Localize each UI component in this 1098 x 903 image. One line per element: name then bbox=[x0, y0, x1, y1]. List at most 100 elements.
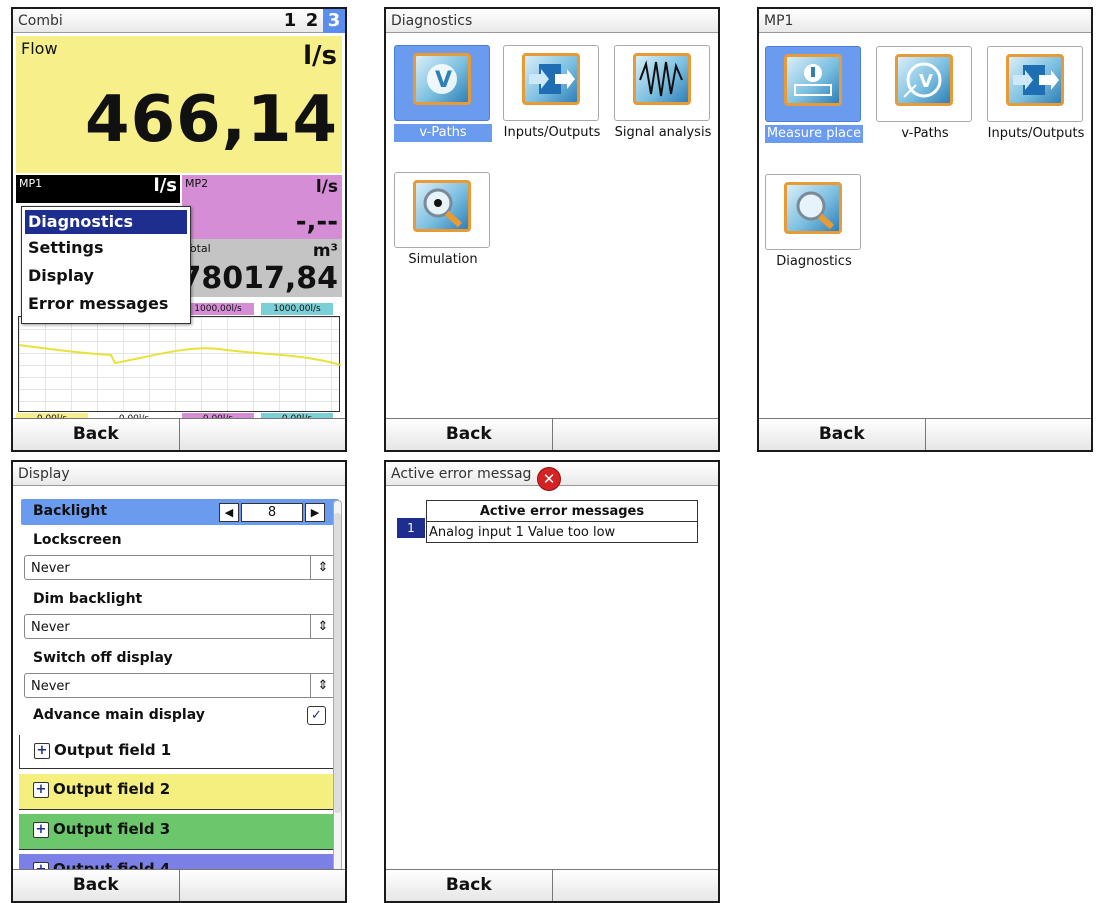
total-field[interactable]: Total m³ 178017,84 bbox=[160, 239, 342, 297]
menu-item-settings[interactable]: Settings bbox=[22, 234, 190, 262]
diagnostics-icon bbox=[784, 182, 842, 234]
expand-plus-icon: + bbox=[34, 742, 50, 759]
close-icon[interactable]: ✕ bbox=[538, 468, 560, 490]
switch-off-select[interactable]: Never ⇕ bbox=[24, 673, 336, 698]
footer-bar: Back bbox=[13, 869, 345, 901]
scrollbar[interactable] bbox=[333, 500, 342, 872]
tile-label: Measure place bbox=[765, 125, 863, 143]
diagnostics-screen: Diagnostics V v-Paths Inputs/Outputs Sig… bbox=[384, 7, 720, 452]
v-paths-icon: V bbox=[895, 54, 953, 106]
dropdown-arrows-icon: ⇕ bbox=[310, 615, 335, 638]
menu-item-display[interactable]: Display bbox=[22, 262, 190, 290]
tile-measure-place[interactable]: Measure place bbox=[761, 46, 867, 144]
dropdown-arrows-icon: ⇕ bbox=[310, 674, 335, 697]
dim-backlight-select[interactable]: Never ⇕ bbox=[24, 614, 336, 639]
switch-off-label: Switch off display bbox=[33, 650, 173, 666]
tile-simulation[interactable]: Simulation bbox=[390, 172, 496, 270]
footer-bar: Back bbox=[386, 418, 718, 450]
tile-inputs-outputs[interactable]: Inputs/Outputs bbox=[499, 45, 605, 143]
mp1-title-bar: MP1 bbox=[759, 9, 1091, 33]
advance-main-display-row: Advance main display bbox=[21, 707, 345, 723]
tile-label: Inputs/Outputs bbox=[503, 125, 601, 140]
empty-softkey[interactable] bbox=[924, 419, 1091, 450]
page-1-button[interactable]: 1 bbox=[279, 9, 301, 33]
page-2-button[interactable]: 2 bbox=[301, 9, 323, 33]
table-row[interactable]: Analog input 1 Value too low bbox=[426, 521, 698, 543]
menu-item-error-messages[interactable]: Error messages bbox=[22, 290, 190, 318]
increment-arrow-icon[interactable]: ▶ bbox=[305, 503, 325, 522]
back-button[interactable]: Back bbox=[386, 870, 552, 901]
backlight-row[interactable]: Backlight ◀ 8 ▶ bbox=[21, 499, 339, 525]
error-table-header: Active error messages bbox=[426, 500, 698, 522]
tile-v-paths[interactable]: V v-Paths bbox=[872, 46, 978, 144]
mp2-value: -,-- bbox=[295, 207, 338, 237]
simulation-icon bbox=[413, 180, 471, 232]
tile-v-paths[interactable]: V v-Paths bbox=[390, 45, 496, 143]
page-3-button[interactable]: 3 bbox=[323, 9, 345, 33]
combi-screen: Combi 1 2 3 Flow l/s 466,14 MP1 l/s MP2 … bbox=[11, 7, 347, 452]
output-field-label: Output field 2 bbox=[53, 780, 171, 798]
expand-plus-icon: + bbox=[33, 781, 49, 798]
tile-inputs-outputs[interactable]: Inputs/Outputs bbox=[983, 46, 1089, 144]
backlight-value: 8 bbox=[241, 503, 303, 522]
screen-title: Active error messag bbox=[391, 466, 532, 482]
footer-bar: Back bbox=[13, 418, 345, 450]
tile-label: v-Paths bbox=[394, 124, 492, 142]
v-paths-icon: V bbox=[413, 53, 471, 105]
mp2-field[interactable]: MP2 l/s -,-- bbox=[182, 175, 342, 239]
inputs-outputs-icon bbox=[1006, 54, 1064, 106]
footer-bar: Back bbox=[759, 418, 1091, 450]
trend-graph bbox=[18, 316, 341, 412]
screen-title: Display bbox=[18, 466, 70, 482]
back-button[interactable]: Back bbox=[759, 419, 925, 450]
switch-off-value: Never bbox=[31, 679, 70, 694]
tile-label: Diagnostics bbox=[776, 254, 852, 269]
mp1-screen: MP1 Measure place V v-Paths Inputs/Outpu… bbox=[757, 7, 1093, 452]
empty-softkey[interactable] bbox=[178, 870, 345, 901]
mp2-label: MP2 bbox=[185, 177, 209, 190]
advance-main-display-checkbox[interactable]: ✓ bbox=[307, 706, 326, 725]
error-messages-screen: Active error messag ✕ Active error messa… bbox=[384, 460, 720, 903]
output-field-1[interactable]: + Output field 1 bbox=[19, 735, 339, 769]
tile-diagnostics[interactable]: Diagnostics bbox=[761, 174, 867, 272]
diagnostics-title-bar: Diagnostics bbox=[386, 9, 718, 33]
back-button[interactable]: Back bbox=[13, 870, 179, 901]
scrollbar-thumb[interactable] bbox=[334, 513, 341, 813]
empty-softkey[interactable] bbox=[551, 870, 718, 901]
decrement-arrow-icon[interactable]: ◀ bbox=[219, 503, 239, 522]
lockscreen-select[interactable]: Never ⇕ bbox=[24, 555, 336, 580]
tile-label: Simulation bbox=[408, 252, 478, 267]
tile-signal-analysis[interactable]: Signal analysis bbox=[610, 45, 716, 143]
screen-title: Combi bbox=[18, 13, 63, 29]
inputs-outputs-icon bbox=[522, 53, 580, 105]
page-selector: 1 2 3 bbox=[279, 9, 345, 33]
svg-text:V: V bbox=[919, 71, 933, 92]
output-field-2[interactable]: + Output field 2 bbox=[19, 774, 339, 810]
output-field-3[interactable]: + Output field 3 bbox=[19, 814, 339, 850]
footer-bar: Back bbox=[386, 869, 718, 901]
dim-backlight-value: Never bbox=[31, 620, 70, 635]
menu-item-diagnostics[interactable]: Diagnostics bbox=[25, 210, 187, 234]
display-title-bar: Display bbox=[13, 462, 345, 486]
dropdown-arrows-icon: ⇕ bbox=[310, 556, 335, 579]
svg-text:V: V bbox=[435, 68, 452, 93]
mp1-field[interactable]: MP1 l/s bbox=[16, 175, 180, 203]
back-button[interactable]: Back bbox=[13, 419, 179, 450]
display-screen: Display Backlight ◀ 8 ▶ Lockscreen Never… bbox=[11, 460, 347, 903]
back-button[interactable]: Back bbox=[386, 419, 552, 450]
flow-field[interactable]: Flow l/s 466,14 bbox=[16, 36, 342, 173]
error-number: 1 bbox=[397, 518, 425, 538]
advance-main-display-label: Advance main display bbox=[33, 707, 205, 723]
empty-softkey[interactable] bbox=[551, 419, 718, 450]
mp1-unit: l/s bbox=[153, 175, 177, 196]
total-unit: m³ bbox=[312, 241, 338, 261]
mp2-unit: l/s bbox=[315, 177, 338, 197]
flow-label: Flow bbox=[21, 39, 58, 58]
signal-analysis-icon bbox=[633, 53, 691, 105]
flow-unit: l/s bbox=[303, 41, 337, 71]
empty-softkey[interactable] bbox=[178, 419, 345, 450]
expand-plus-icon: + bbox=[33, 821, 49, 838]
context-menu: Diagnostics Settings Display Error messa… bbox=[21, 206, 191, 324]
screen-title: MP1 bbox=[764, 13, 794, 29]
tile-label: Inputs/Outputs bbox=[987, 126, 1085, 141]
